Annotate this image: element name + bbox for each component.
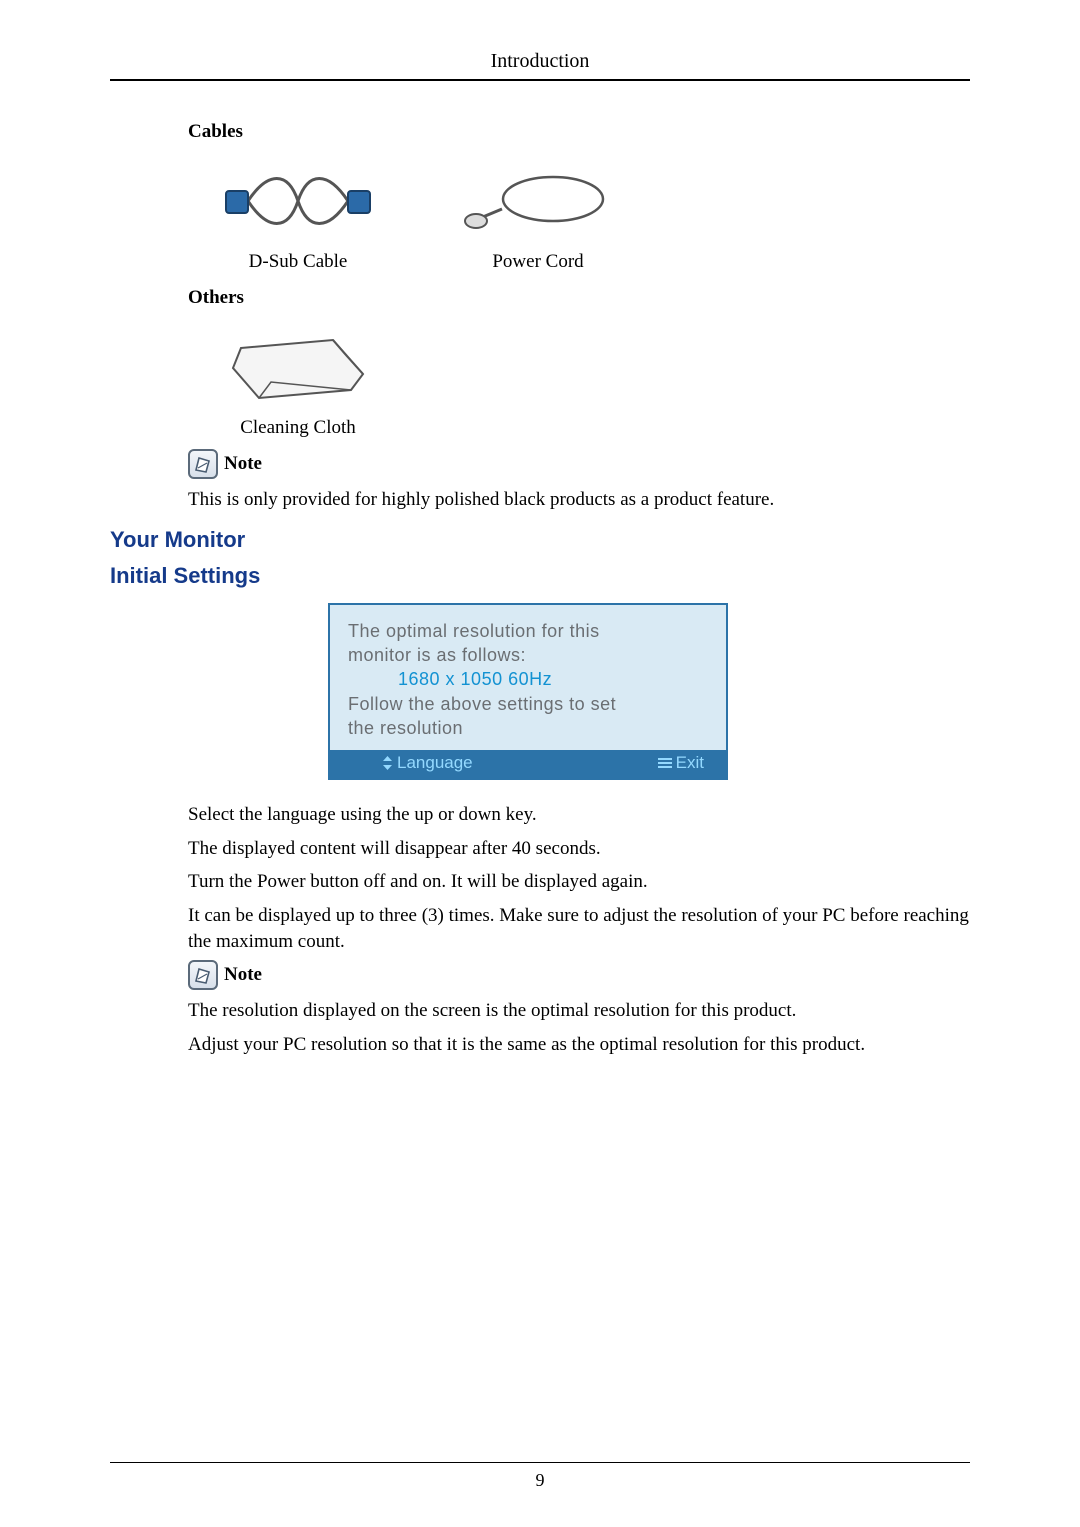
para-disappear: The displayed content will disappear aft… xyxy=(188,836,970,862)
footer-rule xyxy=(110,1462,970,1463)
osd-exit-option[interactable]: Exit xyxy=(658,753,704,773)
note2-text1: The resolution displayed on the screen i… xyxy=(188,998,970,1024)
osd-exit-label: Exit xyxy=(676,753,704,773)
para-three-times: It can be displayed up to three (3) time… xyxy=(188,903,970,954)
note2-text2: Adjust your PC resolution so that it is … xyxy=(188,1032,970,1058)
others-heading: Others xyxy=(188,287,970,309)
cables-row: D-Sub Cable Power Cord xyxy=(188,157,970,273)
osd-line2: monitor is as follows: xyxy=(348,643,708,667)
menu-bars-icon xyxy=(658,758,672,769)
dsub-cable-illustration xyxy=(218,157,378,245)
note2-row: Note xyxy=(188,960,970,990)
dsub-caption: D-Sub Cable xyxy=(249,251,348,273)
page-root: Introduction Cables D-Sub Cable xyxy=(0,0,1080,1527)
power-cord-illustration xyxy=(458,157,618,245)
note-icon xyxy=(188,960,218,990)
page-header-title: Introduction xyxy=(110,50,970,73)
osd-language-label: Language xyxy=(397,753,473,773)
para-power-button: Turn the Power button off and on. It wil… xyxy=(188,869,970,895)
others-item-cloth: Cleaning Cloth xyxy=(188,323,408,439)
osd-line3: Follow the above settings to set xyxy=(348,692,708,716)
content-area: Cables D-Sub Cable xyxy=(110,121,970,1058)
osd-dialog: The optimal resolution for this monitor … xyxy=(328,603,728,780)
up-down-arrows-icon xyxy=(382,756,393,770)
your-monitor-heading: Your Monitor xyxy=(110,527,970,553)
cloth-caption: Cleaning Cloth xyxy=(240,417,356,439)
page-number: 9 xyxy=(0,1470,1080,1491)
osd-language-option[interactable]: Language xyxy=(382,753,473,773)
osd-line4: the resolution xyxy=(348,716,708,740)
others-row: Cleaning Cloth xyxy=(188,323,970,439)
cleaning-cloth-illustration xyxy=(218,323,378,411)
note1-row: Note xyxy=(188,449,970,479)
osd-resolution: 1680 x 1050 60Hz xyxy=(348,667,708,691)
note1-label: Note xyxy=(224,453,262,475)
note2-label: Note xyxy=(224,964,262,986)
header-rule xyxy=(110,79,970,81)
osd-body: The optimal resolution for this monitor … xyxy=(330,605,726,750)
note-icon xyxy=(188,449,218,479)
cables-heading: Cables xyxy=(188,121,970,143)
cable-item-power: Power Cord xyxy=(428,157,648,273)
cable-item-dsub: D-Sub Cable xyxy=(188,157,408,273)
initial-settings-heading: Initial Settings xyxy=(110,563,970,589)
power-caption: Power Cord xyxy=(492,251,583,273)
note1-text: This is only provided for highly polishe… xyxy=(188,487,970,513)
osd-footer: Language Exit xyxy=(330,750,726,778)
osd-line1: The optimal resolution for this xyxy=(348,619,708,643)
para-select-language: Select the language using the up or down… xyxy=(188,802,970,828)
